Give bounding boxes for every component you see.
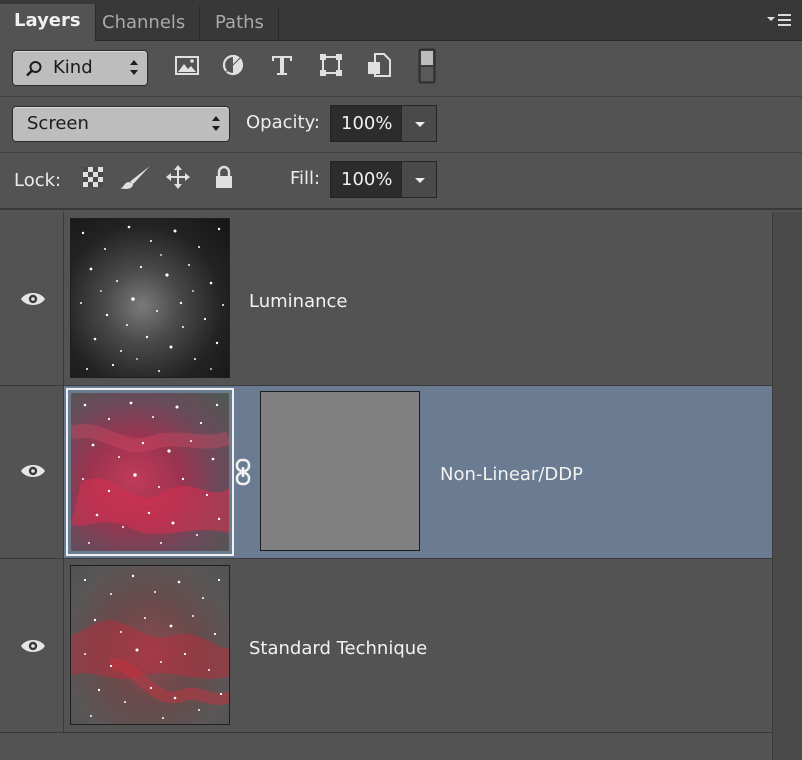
smart-object-filter-icon[interactable] [364,50,394,80]
image-filter-icon[interactable] [172,50,202,80]
opacity-input[interactable]: 100% [330,105,402,142]
visibility-toggle[interactable] [0,386,64,558]
panel-menu-icon[interactable] [766,12,792,30]
nebula-image [68,401,232,544]
chevron-down-icon [415,122,425,127]
panel-tab-bar: Layers Channels Paths [0,0,802,41]
stepper-arrows-icon [130,60,138,75]
filter-kind-select[interactable]: Kind [12,50,148,86]
blend-mode-select[interactable]: Screen [12,106,230,142]
layer-thumbnail [70,218,230,378]
mask-link-icon[interactable] [234,458,252,486]
layer-thumbnail [70,565,230,725]
starfield-image [80,225,224,372]
lock-all-icon[interactable] [211,164,237,190]
layer-row-standard-technique[interactable]: Standard Technique [0,559,772,733]
layers-empty-area [0,733,772,760]
eye-icon[interactable] [20,290,46,308]
eye-icon[interactable] [20,637,46,655]
layers-list: Luminance Non-Linear/DDP Standard Techni… [0,212,772,760]
fill-label: Fill: [290,168,321,189]
lock-transparent-pixels-icon[interactable] [80,164,106,190]
tab-layers[interactable]: Layers [0,4,96,41]
eye-icon[interactable] [20,462,46,480]
chevron-down-icon [415,178,425,183]
search-icon [26,61,42,77]
scrollbar-track[interactable] [772,212,802,760]
adjustment-filter-icon[interactable] [218,50,248,80]
fill-dropdown-button[interactable] [401,161,437,198]
layer-thumbnail [68,393,232,551]
filter-kind-label: Kind [53,57,93,78]
opacity-label: Opacity: [246,112,320,133]
lock-label: Lock: [14,170,62,191]
fill-input[interactable]: 100% [330,161,402,198]
lock-position-icon[interactable] [165,164,191,190]
layer-name[interactable]: Standard Technique [249,638,427,659]
tab-paths[interactable]: Paths [201,6,279,41]
visibility-toggle[interactable] [0,559,64,732]
opacity-dropdown-button[interactable] [401,105,437,142]
layer-mask-thumbnail[interactable] [260,391,420,551]
filter-toggle-icon[interactable] [416,47,438,85]
visibility-toggle[interactable] [0,212,64,385]
layer-thumbnail-selected-frame [66,388,234,556]
layer-name[interactable]: Luminance [249,291,347,312]
lock-image-pixels-icon[interactable] [118,164,152,190]
layers-panel: Layers Channels Paths Kind Screen Opacit… [0,0,802,760]
blend-mode-value: Screen [27,113,89,134]
nebula-image [71,574,229,719]
layer-row-non-linear-ddp[interactable]: Non-Linear/DDP [0,386,772,559]
stepper-arrows-icon [212,116,220,131]
type-filter-icon[interactable] [267,50,297,80]
layer-name[interactable]: Non-Linear/DDP [440,464,583,485]
layer-row-luminance[interactable]: Luminance [0,212,772,386]
shape-filter-icon[interactable] [316,50,346,80]
tab-channels[interactable]: Channels [88,6,201,41]
